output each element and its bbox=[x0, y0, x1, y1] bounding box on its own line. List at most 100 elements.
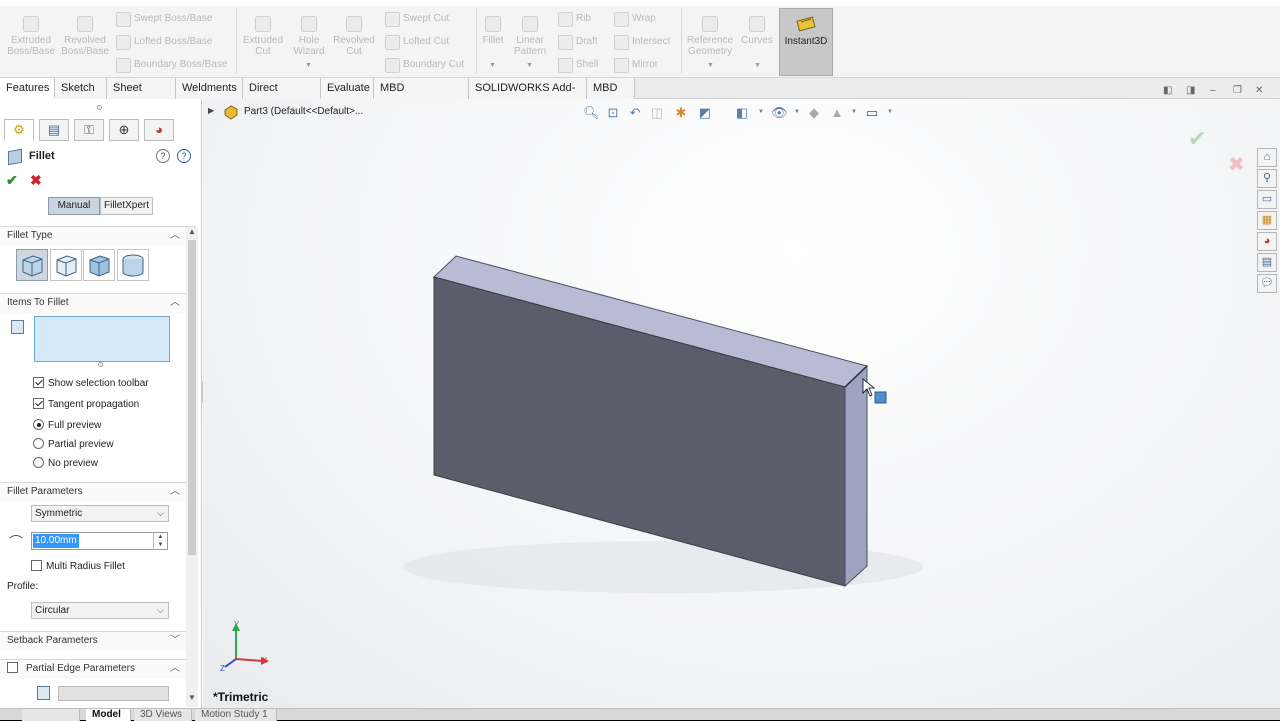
wrap-button[interactable]: Wrap bbox=[614, 12, 656, 27]
tab-evaluate[interactable]: Evaluate bbox=[321, 78, 374, 99]
scrollbar-thumb[interactable] bbox=[188, 240, 196, 555]
setback-parameters-section-header[interactable]: Setback Parameters ﹀ bbox=[0, 631, 196, 651]
fillet-ribbon-button[interactable]: Fillet bbox=[479, 16, 507, 46]
boundary-boss-button[interactable]: Boundary Boss/Base bbox=[116, 58, 227, 73]
scroll-up-icon[interactable]: ▲ bbox=[188, 227, 196, 236]
swept-boss-button[interactable]: Swept Boss/Base bbox=[116, 12, 212, 27]
listbox-resize-handle[interactable] bbox=[98, 362, 103, 367]
filletxpert-mode-button[interactable]: FilletXpert bbox=[100, 197, 153, 215]
chevron-down-icon[interactable]: ▼ bbox=[707, 62, 714, 69]
chevron-up-icon[interactable]: ︿ bbox=[170, 294, 180, 312]
property-manager-tab[interactable]: ▤ bbox=[39, 119, 69, 141]
boundary-cut-button[interactable]: Boundary Cut bbox=[385, 58, 464, 73]
scroll-down-icon[interactable]: ▼ bbox=[188, 693, 196, 702]
tangent-propagation-checkbox[interactable]: Tangent propagation bbox=[33, 398, 139, 411]
tab-sketch[interactable]: Sketch bbox=[55, 78, 107, 99]
mirror-button[interactable]: Mirror bbox=[614, 58, 658, 73]
detailed-preview-icon[interactable]: ? bbox=[156, 149, 170, 163]
panel-splitter-handle[interactable] bbox=[97, 105, 102, 110]
fillet-parameters-section-header[interactable]: Fillet Parameters ︿ bbox=[0, 482, 196, 502]
configuration-manager-tab[interactable]: ⚿ bbox=[74, 119, 104, 141]
panel-scrollbar[interactable]: ▲ ▼ bbox=[186, 227, 198, 707]
reference-geometry-button[interactable]: Reference Geometry bbox=[685, 16, 735, 57]
tile-right-icon[interactable]: ◨ bbox=[1186, 85, 1195, 96]
tab-3d-views[interactable]: 3D Views bbox=[134, 709, 192, 721]
tab-sheet-metal[interactable]: Sheet Metal bbox=[107, 78, 176, 114]
intersect-button[interactable]: Intersect bbox=[614, 35, 670, 50]
chevron-down-icon[interactable]: ▼ bbox=[754, 62, 761, 69]
spin-arrows-icon[interactable]: ▲ ▼ bbox=[153, 533, 167, 549]
tab-model[interactable]: Model bbox=[86, 709, 131, 721]
face-fillet-button[interactable] bbox=[83, 249, 115, 281]
items-to-fillet-section-header[interactable]: Items To Fillet ︿ bbox=[0, 293, 196, 313]
revolved-cut-button[interactable]: Revolved Cut bbox=[331, 16, 377, 57]
graphics-area[interactable]: ▶ Part3 (Default<<Default>... 🔍︎ ⊡ ↶ ◫ ✱… bbox=[203, 85, 1280, 708]
chevron-up-icon[interactable]: ︿ bbox=[170, 660, 180, 678]
checkbox-icon[interactable] bbox=[7, 662, 18, 673]
instant3d-button[interactable]: Instant3D bbox=[779, 8, 833, 76]
chevron-down-icon[interactable]: ﹀ bbox=[170, 632, 180, 650]
partial-edge-input[interactable] bbox=[58, 686, 169, 701]
chevron-down-icon[interactable]: ▼ bbox=[305, 62, 312, 69]
tab-mbd[interactable]: MBD bbox=[587, 78, 635, 99]
constant-size-fillet-button[interactable] bbox=[16, 249, 48, 281]
minimize-icon[interactable]: – bbox=[1210, 85, 1216, 96]
tab-weldments[interactable]: Weldments bbox=[176, 78, 243, 99]
appearances-icon[interactable]: ◕ bbox=[1257, 232, 1277, 251]
fillet-type-section-header[interactable]: Fillet Type ︿ bbox=[0, 226, 196, 246]
lofted-boss-button[interactable]: Lofted Boss/Base bbox=[116, 35, 212, 50]
home-icon[interactable]: ⌂ bbox=[1257, 148, 1277, 167]
rib-button[interactable]: Rib bbox=[558, 12, 591, 27]
manual-mode-button[interactable]: Manual bbox=[48, 197, 100, 215]
display-manager-tab[interactable]: ◕ bbox=[144, 119, 174, 141]
face-fillet-icon bbox=[89, 255, 110, 277]
cancel-x-icon[interactable]: ✖ bbox=[30, 172, 42, 189]
close-icon[interactable]: ✕ bbox=[1255, 85, 1263, 96]
swept-cut-button[interactable]: Swept Cut bbox=[385, 12, 449, 27]
help-icon[interactable]: ? bbox=[177, 149, 191, 163]
radius-input[interactable]: 10.00mm ▲ ▼ bbox=[31, 532, 168, 550]
tab-direct-editing[interactable]: Direct Editing bbox=[243, 78, 321, 114]
extruded-cut-button[interactable]: Extruded Cut bbox=[240, 16, 286, 57]
show-selection-toolbar-checkbox[interactable]: Show selection toolbar bbox=[33, 377, 149, 390]
dimxpert-manager-tab[interactable]: ⊕ bbox=[109, 119, 139, 141]
revolved-boss-button[interactable]: Revolved Boss/Base bbox=[60, 16, 110, 57]
extruded-boss-button[interactable]: Extruded Boss/Base bbox=[6, 16, 56, 57]
tab-mbd-dimensions[interactable]: MBD Dimensions bbox=[374, 78, 469, 114]
tile-left-icon[interactable]: ◧ bbox=[1163, 85, 1172, 96]
linear-pattern-button[interactable]: Linear Pattern bbox=[511, 16, 549, 57]
custom-properties-icon[interactable]: ▤ bbox=[1257, 253, 1277, 272]
feature-manager-tab[interactable]: ⚙ bbox=[4, 119, 34, 141]
variable-size-fillet-button[interactable] bbox=[50, 249, 82, 281]
chevron-up-icon[interactable]: ︿ bbox=[170, 227, 180, 245]
file-explorer-icon[interactable]: ▭ bbox=[1257, 190, 1277, 209]
items-to-fillet-listbox[interactable] bbox=[34, 316, 170, 362]
shell-button[interactable]: Shell bbox=[558, 58, 598, 73]
partial-edge-parameters-section-header[interactable]: Partial Edge Parameters ︿ bbox=[0, 659, 196, 679]
ok-check-icon[interactable]: ✔ bbox=[6, 172, 18, 189]
partial-preview-radio[interactable]: Partial preview bbox=[33, 438, 114, 451]
resources-icon[interactable]: ⚲ bbox=[1257, 169, 1277, 188]
chevron-down-icon[interactable]: ▼ bbox=[526, 62, 533, 69]
no-preview-radio[interactable]: No preview bbox=[33, 457, 98, 470]
tab-motion-manager[interactable] bbox=[22, 709, 80, 721]
full-round-fillet-button[interactable] bbox=[117, 249, 149, 281]
fillet-method-dropdown[interactable]: Symmetric ⌵ bbox=[31, 505, 169, 522]
chevron-down-icon[interactable]: ▼ bbox=[489, 62, 496, 69]
multi-radius-fillet-checkbox[interactable]: Multi Radius Fillet bbox=[31, 560, 125, 573]
tab-motion-study-1[interactable]: Motion Study 1 bbox=[195, 709, 277, 721]
forum-icon[interactable]: 💬︎ bbox=[1257, 274, 1277, 293]
curves-button[interactable]: Curves bbox=[739, 16, 775, 46]
restore-icon[interactable]: ❐ bbox=[1233, 85, 1242, 96]
box-side-face[interactable] bbox=[844, 364, 868, 588]
view-palette-icon[interactable]: ▦ bbox=[1257, 211, 1277, 230]
hole-wizard-button[interactable]: Hole Wizard bbox=[288, 16, 330, 57]
draft-button[interactable]: Draft bbox=[558, 35, 598, 50]
profile-dropdown[interactable]: Circular ⌵ bbox=[31, 602, 169, 619]
tab-features[interactable]: Features bbox=[0, 78, 55, 99]
full-preview-radio[interactable]: Full preview bbox=[33, 419, 101, 432]
feature-tree-icon: ⚙ bbox=[13, 122, 25, 137]
tab-solidworks-add-ins[interactable]: SOLIDWORKS Add-Ins bbox=[469, 78, 587, 114]
lofted-cut-button[interactable]: Lofted Cut bbox=[385, 35, 449, 50]
chevron-up-icon[interactable]: ︿ bbox=[170, 483, 180, 501]
